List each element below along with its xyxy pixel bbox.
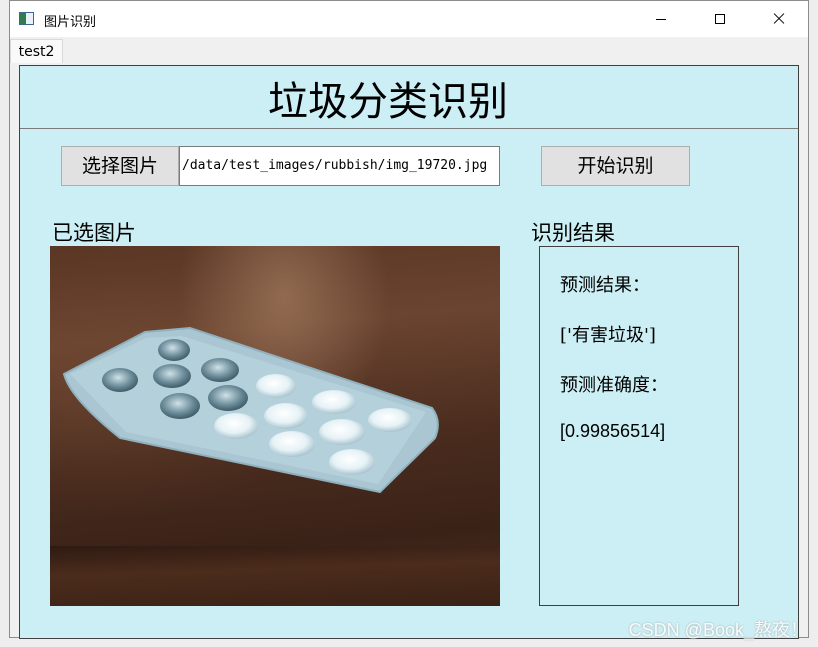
tab-test2[interactable]: test2 [10, 39, 63, 63]
close-button[interactable] [750, 1, 808, 37]
accuracy-label: 预测准确度： [560, 375, 668, 396]
start-recognition-button[interactable]: 开始识别 [541, 146, 690, 186]
result-label: 识别结果 [531, 221, 615, 245]
accuracy-value: [0.99856514] [560, 421, 666, 441]
select-image-button[interactable]: 选择图片 [61, 146, 179, 186]
main-panel: 垃圾分类识别 选择图片 /data/test_images/rubbish/im… [19, 65, 799, 639]
watermark: CSDN @Book_熬夜！ [628, 620, 808, 640]
file-path-text: /data/test_images/rubbish/img_19720.jpg [182, 158, 488, 173]
page-title: 垃圾分类识别 [268, 79, 508, 125]
minimize-button[interactable] [632, 1, 690, 37]
prediction-value: ['有害垃圾'] [560, 325, 656, 346]
close-icon [773, 13, 785, 25]
selected-image-label: 已选图片 [52, 221, 136, 245]
app-icon [19, 12, 34, 25]
file-path-field[interactable]: /data/test_images/rubbish/img_19720.jpg [179, 146, 500, 186]
selected-image [50, 246, 500, 606]
result-box: 预测结果： ['有害垃圾'] 预测准确度： [0.99856514] [539, 246, 739, 606]
minimize-icon [656, 18, 666, 20]
maximize-button[interactable] [691, 1, 749, 37]
window-title: 图片识别 [44, 15, 97, 30]
blister-pack-image [62, 326, 439, 494]
app-window: 图片识别 test2 垃圾分类识别 选择图片 /data/test_images… [9, 0, 809, 639]
maximize-icon [715, 14, 725, 24]
prediction-label: 预测结果： [560, 275, 650, 296]
title-bar[interactable]: 图片识别 [10, 1, 808, 37]
header-box: 垃圾分类识别 [20, 66, 798, 129]
